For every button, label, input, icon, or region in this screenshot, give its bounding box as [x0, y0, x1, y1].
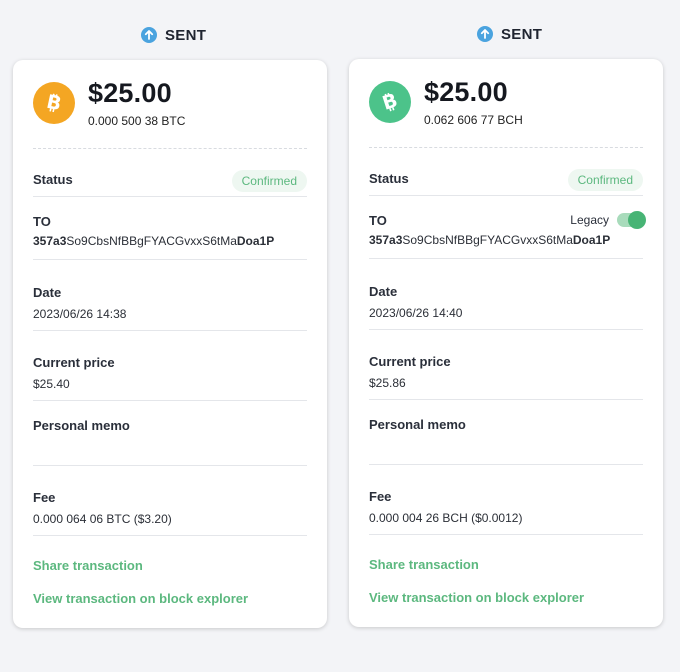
bitcoin-icon: B: [33, 82, 75, 124]
sent-header: SENT: [141, 24, 206, 46]
legacy-switch[interactable]: [617, 211, 646, 229]
sent-label: SENT: [501, 25, 543, 43]
status-badge: Confirmed: [231, 170, 307, 192]
divider: [369, 147, 643, 148]
to-row: TO Legacy 357a3So9CbsNfBBgFYACGvxxS6tMaD…: [369, 211, 646, 259]
arrow-up-icon: [477, 26, 493, 42]
share-transaction-link[interactable]: Share transaction: [33, 558, 143, 573]
date-value: 2023/06/26 14:38: [33, 307, 127, 321]
fee-row: Fee 0.000 064 06 BTC ($3.20): [33, 490, 307, 536]
fee-value: 0.000 004 26 BCH ($0.0012): [369, 511, 523, 525]
price-label: Current price: [33, 355, 115, 370]
memo-label: Personal memo: [369, 417, 466, 432]
to-address[interactable]: 357a3So9CbsNfBBgFYACGvxxS6tMaDoa1P: [369, 233, 643, 247]
status-row: Status Confirmed: [369, 163, 643, 196]
to-label: TO: [33, 214, 51, 229]
date-label: Date: [369, 284, 398, 299]
share-transaction-link[interactable]: Share transaction: [369, 557, 479, 572]
fiat-amount: $25.00: [424, 77, 508, 107]
date-value: 2023/06/26 14:40: [369, 306, 463, 320]
fee-value: 0.000 064 06 BTC ($3.20): [33, 512, 172, 526]
block-explorer-link[interactable]: View transaction on block explorer: [33, 591, 248, 606]
price-row: Current price $25.40: [33, 355, 307, 401]
memo-label: Personal memo: [33, 418, 130, 433]
block-explorer-link[interactable]: View transaction on block explorer: [369, 590, 584, 605]
crypto-amount: 0.062 606 77 BCH: [424, 113, 523, 127]
toggle-knob: [628, 211, 646, 229]
legacy-label: Legacy: [570, 213, 609, 227]
memo-row[interactable]: Personal memo: [369, 417, 643, 465]
transaction-card-bch: B $25.00 0.062 606 77 BCH Status Confirm…: [349, 59, 663, 627]
date-label: Date: [33, 285, 62, 300]
sent-header: SENT: [477, 23, 542, 45]
date-row: Date 2023/06/26 14:38: [33, 285, 307, 331]
fee-row: Fee 0.000 004 26 BCH ($0.0012): [369, 489, 643, 535]
bitcoin-cash-icon: B: [369, 81, 411, 123]
status-badge: Confirmed: [567, 169, 643, 191]
sent-label: SENT: [165, 26, 207, 44]
to-address[interactable]: 357a3So9CbsNfBBgFYACGvxxS6tMaDoa1P: [33, 234, 307, 248]
arrow-up-icon: [141, 27, 157, 43]
status-row: Status Confirmed: [33, 164, 307, 197]
memo-row[interactable]: Personal memo: [33, 418, 307, 466]
fee-label: Fee: [369, 489, 392, 504]
crypto-amount: 0.000 500 38 BTC: [88, 114, 186, 128]
price-value: $25.40: [33, 377, 70, 391]
fiat-amount: $25.00: [88, 78, 172, 108]
date-row: Date 2023/06/26 14:40: [369, 284, 643, 330]
divider: [33, 148, 307, 149]
price-value: $25.86: [369, 376, 406, 390]
fee-label: Fee: [33, 490, 56, 505]
price-row: Current price $25.86: [369, 354, 643, 400]
price-label: Current price: [369, 354, 451, 369]
to-row: TO 357a3So9CbsNfBBgFYACGvxxS6tMaDoa1P: [33, 214, 307, 260]
transaction-card-btc: B $25.00 0.000 500 38 BTC Status Confirm…: [13, 60, 327, 628]
legacy-toggle[interactable]: Legacy: [570, 211, 646, 229]
